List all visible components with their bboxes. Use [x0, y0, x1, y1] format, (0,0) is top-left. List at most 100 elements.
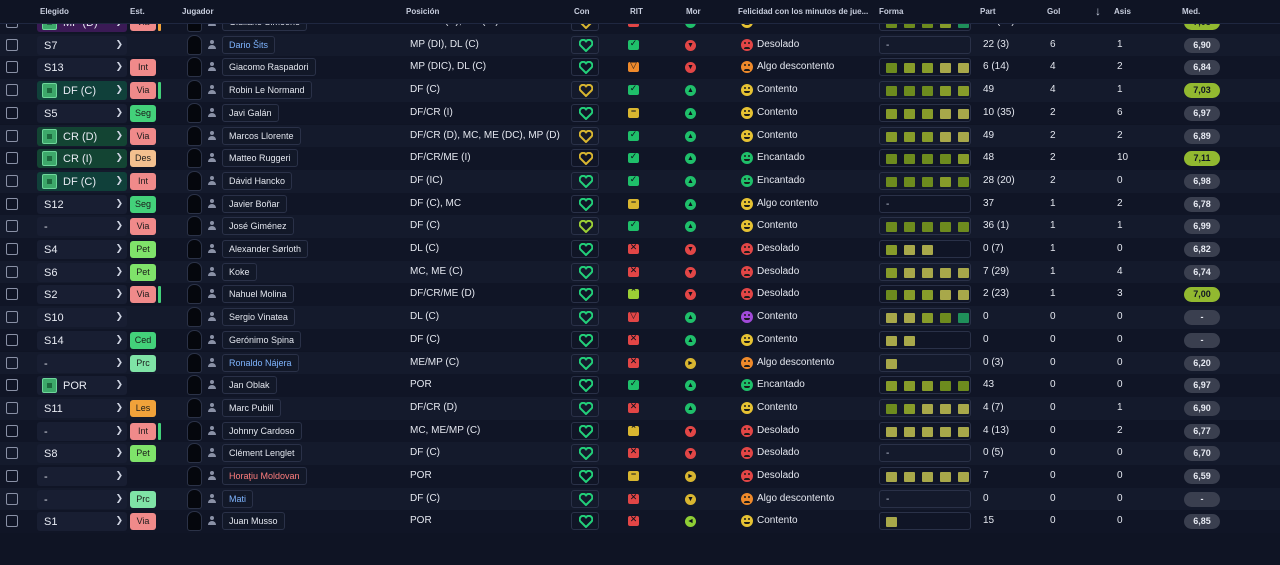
table-row[interactable]: S10 ❯ Sergio Vinatea DL (C) ▽ ▲ Contento 0 0 0 - [0, 306, 1280, 329]
row-checkbox[interactable] [6, 265, 18, 278]
player-avatar[interactable] [187, 216, 202, 237]
player-avatar[interactable] [187, 420, 202, 441]
condition-cell[interactable] [571, 308, 599, 327]
elegido-dropdown[interactable]: - ❯ [37, 217, 127, 237]
player-name-link[interactable]: Nahuel Molina [222, 285, 294, 304]
elegido-dropdown[interactable]: S5 ❯ [37, 103, 127, 123]
player-avatar[interactable] [187, 193, 202, 214]
condition-cell[interactable] [571, 444, 599, 463]
condition-cell[interactable] [571, 398, 599, 417]
player-name-link[interactable]: Giacomo Raspadori [222, 58, 316, 77]
elegido-dropdown[interactable]: DF (C) ❯ [37, 81, 127, 101]
elegido-dropdown[interactable]: - ❯ [37, 353, 127, 373]
row-checkbox[interactable] [6, 243, 18, 255]
elegido-dropdown[interactable]: POR ❯ [37, 376, 127, 396]
status-badge[interactable]: Int [130, 422, 156, 440]
col-rit-header[interactable]: RIT [630, 7, 643, 16]
status-badge[interactable]: Via [130, 513, 156, 531]
form-cell[interactable] [879, 149, 971, 168]
condition-cell[interactable] [571, 35, 599, 54]
row-checkbox[interactable] [6, 515, 18, 528]
elegido-dropdown[interactable]: S8 ❯ [37, 444, 127, 464]
elegido-dropdown[interactable]: DF (C) ❯ [37, 171, 127, 191]
form-cell[interactable]: - [879, 444, 971, 463]
form-cell[interactable] [879, 126, 971, 145]
row-checkbox[interactable] [6, 38, 18, 51]
condition-cell[interactable] [571, 376, 599, 395]
player-avatar[interactable] [187, 148, 202, 169]
status-badge[interactable]: Prc [130, 490, 156, 508]
table-row[interactable]: - ❯ Int Johnny Cardoso MC, ME/MP (C) ⌃ ▼ Desola… [0, 419, 1280, 443]
condition-cell[interactable] [571, 262, 599, 281]
player-avatar[interactable] [187, 125, 202, 146]
row-checkbox[interactable] [6, 424, 18, 437]
row-checkbox[interactable] [6, 129, 18, 142]
player-name-link[interactable]: José Giménez [222, 217, 294, 236]
form-cell[interactable] [879, 376, 971, 395]
row-checkbox[interactable] [6, 84, 18, 97]
player-avatar[interactable] [187, 34, 202, 55]
form-cell[interactable] [879, 398, 971, 417]
col-forma-header[interactable]: Forma [879, 7, 903, 16]
elegido-dropdown[interactable]: CR (D) ❯ [37, 126, 127, 146]
player-name-link[interactable]: Johnny Cardoso [222, 421, 302, 440]
player-name-link[interactable]: Marc Pubill [222, 398, 281, 417]
player-avatar[interactable] [187, 80, 202, 101]
status-badge[interactable]: Ced [130, 331, 156, 349]
player-name-link[interactable]: Matteo Ruggeri [222, 149, 298, 168]
form-cell[interactable] [879, 171, 971, 190]
player-avatar[interactable] [187, 284, 202, 305]
player-name-link[interactable]: Javi Galán [222, 103, 279, 122]
row-checkbox[interactable] [6, 492, 18, 505]
player-avatar[interactable] [187, 511, 202, 532]
table-row[interactable]: CR (D) ❯ Via Marcos Llorente DF/CR (D), MC, … [0, 124, 1280, 148]
elegido-dropdown[interactable]: S13 ❯ [37, 58, 127, 78]
condition-cell[interactable] [571, 103, 599, 122]
table-row[interactable]: CR (I) ❯ Des Matteo Ruggeri DF/CR/ME (I) ✓ ▲ En… [0, 147, 1280, 170]
status-badge[interactable]: Des [130, 150, 156, 168]
player-avatar[interactable] [187, 102, 202, 123]
col-felicidad-header[interactable]: Felicidad con los minutos de jue... [738, 7, 868, 16]
status-badge[interactable]: Int [130, 172, 156, 190]
elegido-dropdown[interactable]: - ❯ [37, 489, 127, 509]
status-badge[interactable]: Int [130, 59, 156, 77]
status-badge[interactable]: Prc [130, 354, 156, 372]
player-avatar[interactable] [187, 261, 202, 282]
row-checkbox[interactable] [6, 401, 18, 414]
player-avatar[interactable] [187, 443, 202, 464]
player-name-link[interactable]: Clément Lenglet [222, 444, 302, 463]
player-name-link[interactable]: Koke [222, 262, 257, 281]
elegido-dropdown[interactable]: S14 ❯ [37, 330, 127, 350]
form-cell[interactable] [879, 330, 971, 349]
row-checkbox[interactable] [6, 288, 18, 301]
player-name-link[interactable]: Jan Oblak [222, 376, 277, 395]
condition-cell[interactable] [571, 512, 599, 531]
table-row[interactable]: S5 ❯ Seg Javi Galán DF/CR (I) − ▲ Contento 10 (3… [0, 101, 1280, 125]
condition-cell[interactable] [571, 489, 599, 508]
form-cell[interactable] [879, 512, 971, 531]
table-row[interactable]: S7 ❯ Dario Šits MP (DI), DL (C) ✓ ▼ Desolado - 2… [0, 33, 1280, 57]
elegido-dropdown[interactable]: S7 ❯ [37, 35, 127, 55]
form-cell[interactable] [879, 353, 971, 372]
form-cell[interactable]: - [879, 194, 971, 213]
col-est-header[interactable]: Est. [130, 7, 145, 16]
row-checkbox[interactable] [6, 174, 18, 187]
player-name-link[interactable]: Dávid Hancko [222, 171, 293, 190]
condition-cell[interactable] [571, 353, 599, 372]
player-name-link[interactable]: Mati [222, 489, 254, 508]
table-row[interactable]: DF (C) ❯ Int Dávid Hancko DF (IC) ✓ ▲ Encantado… [0, 169, 1280, 193]
player-name-link[interactable]: Marcos Llorente [222, 126, 301, 145]
condition-cell[interactable] [571, 330, 599, 349]
status-badge[interactable]: Seg [130, 195, 156, 213]
condition-cell[interactable] [571, 285, 599, 304]
col-mor-header[interactable]: Mor [686, 7, 701, 16]
elegido-dropdown[interactable]: S12 ❯ [37, 194, 127, 214]
form-cell[interactable]: - [879, 489, 971, 508]
player-name-link[interactable]: Ronaldo Nájera [222, 353, 299, 372]
status-badge[interactable]: Via [130, 286, 156, 304]
elegido-dropdown[interactable]: - ❯ [37, 467, 127, 486]
elegido-dropdown[interactable]: S10 ❯ [37, 308, 127, 328]
row-checkbox[interactable] [6, 106, 18, 119]
elegido-dropdown[interactable]: S4 ❯ [37, 240, 127, 259]
table-row[interactable]: S1 ❯ Via Juan Musso POR ✕ ◄ Contento 15 0 0 6,85 [0, 510, 1280, 534]
